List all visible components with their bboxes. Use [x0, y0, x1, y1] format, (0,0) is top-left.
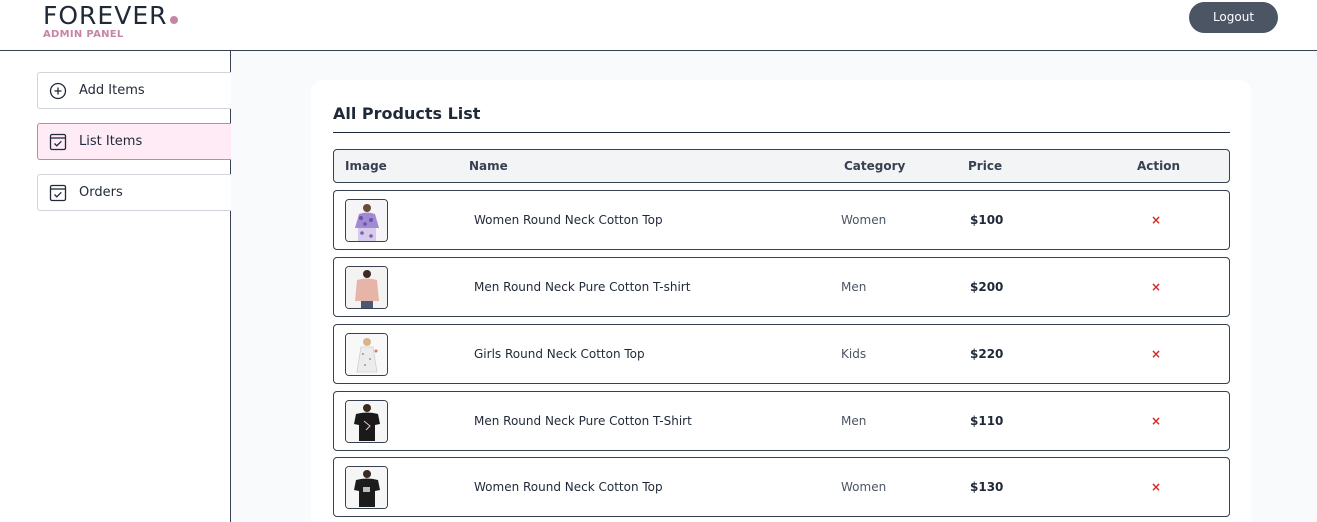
title-divider [333, 132, 1230, 133]
main-content: All Products List Image Name Category Pr… [231, 51, 1317, 522]
product-name: Girls Round Neck Cotton Top [474, 347, 645, 361]
product-name: Men Round Neck Pure Cotton T-shirt [474, 280, 691, 294]
table-row: Men Round Neck Pure Cotton T-Shirt Men $… [333, 391, 1230, 451]
delete-product-button[interactable]: × [1151, 325, 1161, 383]
delete-product-button[interactable]: × [1151, 191, 1161, 249]
product-thumbnail [345, 333, 388, 376]
product-thumbnail [345, 266, 388, 309]
brand-name-text: FOREVER [43, 1, 168, 30]
sidebar-item-label: Add Items [79, 83, 145, 98]
product-category: Women [841, 480, 887, 494]
page-title: All Products List [333, 104, 481, 123]
brand-dot [169, 16, 178, 24]
table-row: Women Round Neck Cotton Top Women $100 × [333, 190, 1230, 250]
product-price: $110 [970, 414, 1004, 428]
table-row: Men Round Neck Pure Cotton T-shirt Men $… [333, 257, 1230, 317]
delete-product-button[interactable]: × [1151, 392, 1161, 450]
column-header-action: Action [1137, 159, 1181, 173]
column-header-image: Image [345, 159, 387, 173]
sidebar: Add Items List Items Orders [0, 51, 231, 522]
brand-name: FOREVER [43, 2, 178, 30]
sidebar-item-add-items[interactable]: Add Items [37, 72, 231, 109]
column-header-price: Price [968, 159, 1003, 173]
list-check-icon [48, 132, 68, 152]
product-price: $220 [970, 347, 1004, 361]
sidebar-item-list-items[interactable]: List Items [37, 123, 231, 160]
product-price: $130 [970, 480, 1004, 494]
delete-product-button[interactable]: × [1151, 258, 1161, 316]
orders-check-icon [48, 183, 68, 203]
table-row: Girls Round Neck Cotton Top Kids $220 × [333, 324, 1230, 384]
sidebar-item-label: List Items [79, 134, 143, 149]
plus-circle-icon [48, 81, 68, 101]
product-category: Men [841, 414, 867, 428]
product-thumbnail [345, 199, 388, 242]
product-name: Women Round Neck Cotton Top [474, 480, 663, 494]
sidebar-item-label: Orders [79, 185, 123, 200]
brand-subtitle: ADMIN PANEL [43, 29, 124, 40]
product-price: $200 [970, 280, 1004, 294]
product-thumbnail [345, 466, 388, 509]
column-header-name: Name [469, 159, 508, 173]
top-bar: FOREVER ADMIN PANEL Logout [0, 0, 1317, 51]
brand-logo[interactable]: FOREVER ADMIN PANEL [43, 2, 178, 40]
products-card: All Products List Image Name Category Pr… [311, 80, 1251, 522]
product-price: $100 [970, 213, 1004, 227]
sidebar-item-orders[interactable]: Orders [37, 174, 231, 211]
product-category: Men [841, 280, 867, 294]
delete-product-button[interactable]: × [1151, 458, 1161, 516]
product-thumbnail [345, 400, 388, 443]
product-name: Men Round Neck Pure Cotton T-Shirt [474, 414, 692, 428]
logout-button[interactable]: Logout [1189, 2, 1278, 33]
product-name: Women Round Neck Cotton Top [474, 213, 663, 227]
product-category: Kids [841, 347, 867, 361]
column-header-category: Category [844, 159, 906, 173]
product-category: Women [841, 213, 887, 227]
table-row: Women Round Neck Cotton Top Women $130 × [333, 457, 1230, 517]
table-header: Image Name Category Price Action [333, 149, 1230, 183]
